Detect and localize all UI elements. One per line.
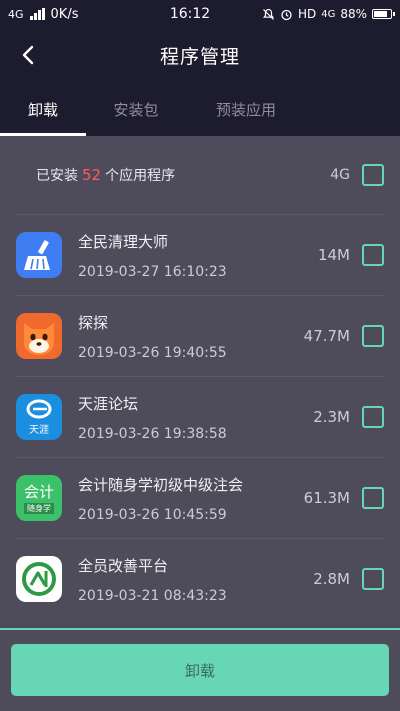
installed-summary: 已安装 52 个应用程序 4G — [0, 136, 400, 214]
app-name: 探探 — [78, 313, 109, 332]
bottom-action-bar: 卸载 — [0, 628, 400, 711]
page-title: 程序管理 — [159, 45, 240, 68]
battery-percent: 88% — [340, 7, 367, 21]
broom-icon — [16, 232, 62, 278]
total-size: 4G — [330, 167, 350, 183]
tab-bar: 卸载 安装包 预装应用 — [0, 82, 400, 136]
status-left: 4G 0K/s — [8, 7, 148, 22]
summary-prefix: 已安装 — [36, 168, 78, 184]
app-info: 全民清理大师 2019-03-27 16:10:23 — [78, 231, 318, 280]
nav-bar: 程序管理 — [0, 28, 400, 82]
app-name: 全员改善平台 — [78, 556, 169, 575]
app-size: 2.3M — [313, 408, 350, 426]
app-checkbox[interactable] — [362, 406, 384, 428]
uninstall-button[interactable]: 卸载 — [11, 644, 389, 696]
hd-label: HD — [297, 7, 317, 21]
kuaiji-logo-subtext: 随身学 — [24, 502, 54, 514]
lte-label: 4G — [321, 8, 336, 20]
back-button[interactable] — [8, 35, 48, 75]
app-size: 61.3M — [303, 489, 350, 507]
status-bar: 4G 0K/s 16:12 HD 4G 88% — [0, 0, 400, 28]
list-item[interactable]: 会计 随身学 会计随身学初级中级注会 2019-03-26 10:45:59 6… — [16, 457, 384, 538]
app-checkbox[interactable] — [362, 487, 384, 509]
app-checkbox[interactable] — [362, 325, 384, 347]
kuaiji-logo-text: 会计 — [23, 482, 54, 501]
battery-icon — [372, 9, 395, 19]
network-type: 4G — [8, 7, 24, 21]
list-item[interactable]: 探探 2019-03-26 19:40:55 47.7M — [16, 295, 384, 376]
install-date: 2019-03-27 16:10:23 — [78, 263, 227, 280]
app-name: 全民清理大师 — [78, 232, 169, 251]
alarm-icon — [281, 9, 292, 20]
mute-icon — [262, 8, 274, 20]
app-info: 全员改善平台 2019-03-21 08:43:23 — [78, 555, 313, 604]
app-name: 会计随身学初级中级注会 — [78, 475, 244, 494]
install-date: 2019-03-26 19:38:58 — [78, 425, 227, 442]
tab-packages[interactable]: 安装包 — [86, 82, 186, 136]
install-date: 2019-03-21 08:43:23 — [78, 587, 227, 604]
app-list: 全民清理大师 2019-03-27 16:10:23 14M 探探 2019-0… — [0, 214, 400, 619]
status-right: HD 4G 88% — [232, 7, 395, 21]
app-info: 会计随身学初级中级注会 2019-03-26 10:45:59 — [78, 474, 304, 523]
app-info: 天涯论坛 2019-03-26 19:38:58 — [78, 393, 313, 442]
app-size: 14M — [317, 246, 350, 264]
app-checkbox[interactable] — [362, 568, 384, 590]
app-info: 探探 2019-03-26 19:40:55 — [78, 312, 304, 361]
list-item[interactable]: 全民清理大师 2019-03-27 16:10:23 14M — [16, 214, 384, 295]
list-item[interactable]: 天涯 天涯论坛 2019-03-26 19:38:58 2.3M — [16, 376, 384, 457]
chevron-left-icon — [22, 45, 34, 65]
list-item[interactable]: 全员改善平台 2019-03-21 08:43:23 2.8M — [16, 538, 384, 619]
tianya-logo-icon: 天涯 — [16, 394, 62, 440]
network-speed: 0K/s — [50, 6, 79, 22]
app-checkbox[interactable] — [362, 244, 384, 266]
app-name: 天涯论坛 — [78, 394, 139, 413]
summary-suffix: 个应用程序 — [105, 168, 176, 184]
kuaiji-logo-icon: 会计 随身学 — [16, 475, 62, 521]
installed-count: 52 — [82, 166, 102, 184]
install-date: 2019-03-26 10:45:59 — [78, 506, 227, 523]
chuang-logo-icon — [16, 556, 62, 602]
app-size: 47.7M — [303, 327, 350, 345]
tianya-logo-text: 天涯 — [29, 425, 49, 436]
status-time: 16:12 — [169, 6, 211, 22]
select-all-checkbox[interactable] — [362, 164, 384, 186]
app-size: 2.8M — [313, 570, 350, 588]
tab-uninstall[interactable]: 卸载 — [0, 82, 86, 136]
install-date: 2019-03-26 19:40:55 — [78, 344, 227, 361]
tab-preinstalled[interactable]: 预装应用 — [186, 82, 306, 136]
signal-icon — [29, 8, 45, 20]
fox-icon — [16, 313, 62, 359]
